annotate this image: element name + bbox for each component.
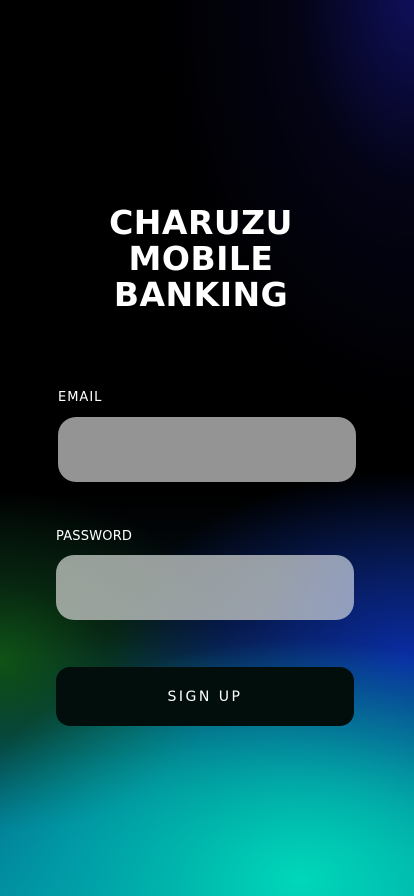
password-field[interactable] — [56, 555, 354, 620]
app-title-line-1: CHARUZU — [109, 203, 293, 242]
app-title-line-3: BANKING — [113, 275, 289, 314]
sign-up-button[interactable]: SIGN UP — [56, 667, 354, 726]
app-title-line-2: MOBILE — [128, 239, 274, 278]
app-title: CHARUZU MOBILE BANKING — [0, 205, 402, 313]
email-field[interactable] — [58, 417, 356, 482]
password-label: PASSWORD — [56, 529, 133, 544]
email-label: EMAIL — [58, 390, 103, 405]
